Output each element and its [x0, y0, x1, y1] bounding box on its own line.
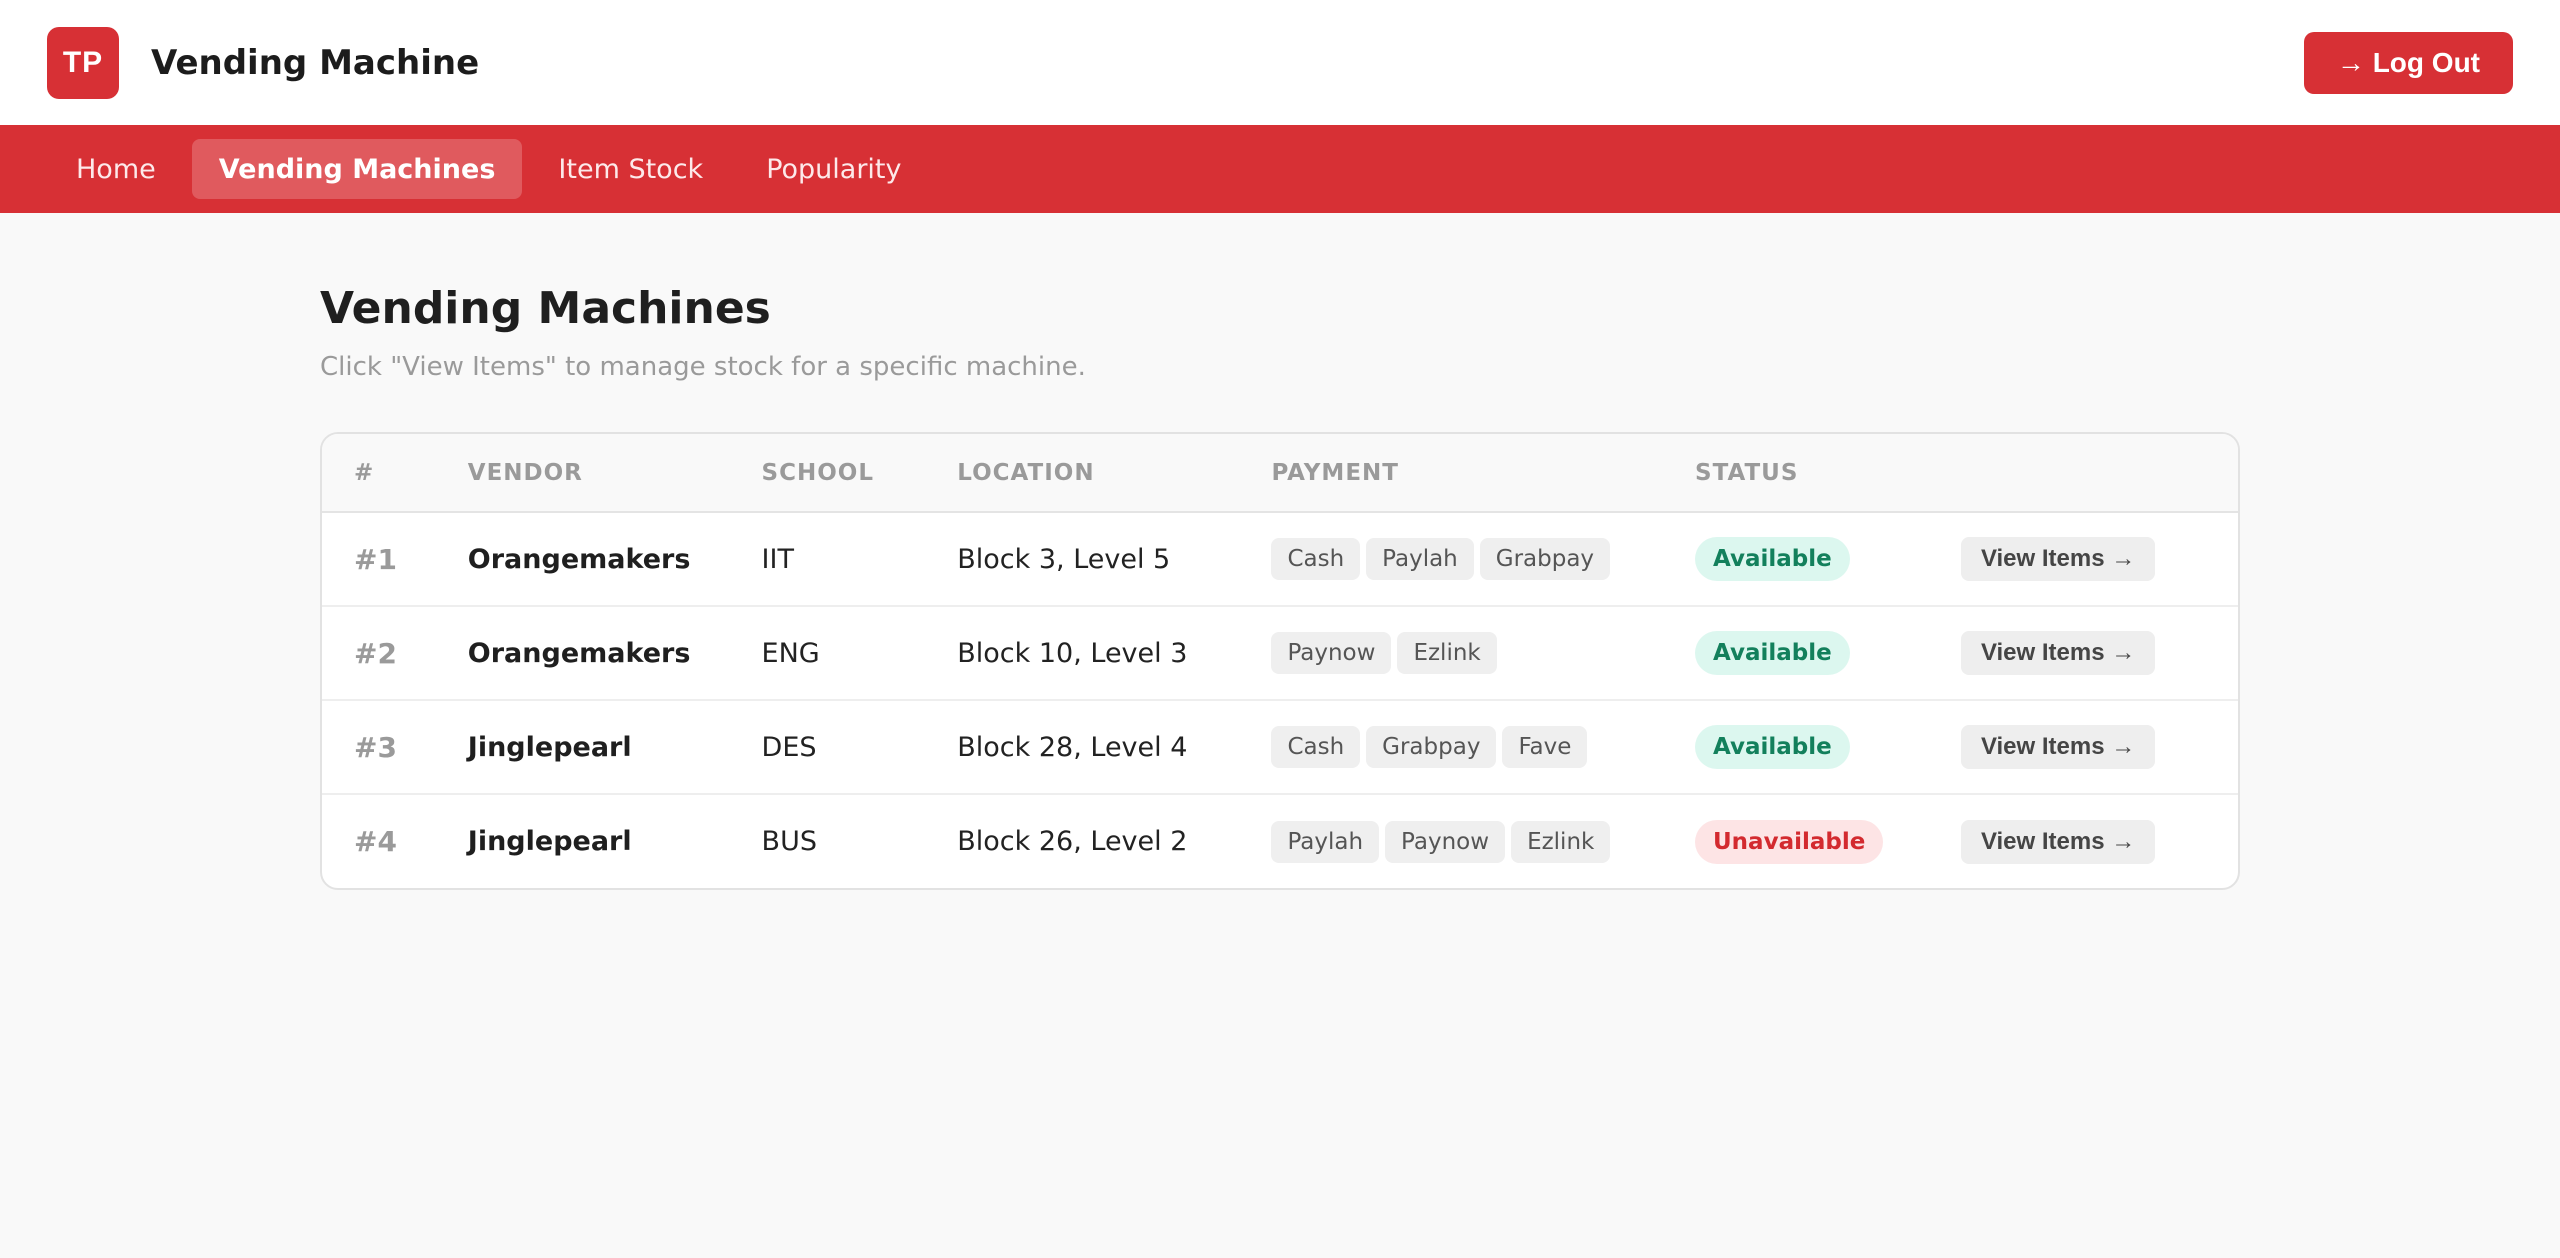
payment-tag: Fave: [1502, 726, 1588, 768]
row-number: #2: [354, 636, 397, 670]
row-status-cell: Available: [1663, 700, 1893, 794]
status-badge: Available: [1695, 631, 1850, 675]
view-items-button[interactable]: View Items →: [1960, 631, 2156, 675]
col-header-vendor: VENDOR: [467, 459, 583, 486]
row-actions: View Items →: [1893, 700, 2238, 794]
payment-tag: Ezlink: [1397, 632, 1497, 674]
nav-bar: Home Vending Machines Item Stock Popular…: [0, 125, 2560, 213]
row-location: Block 3, Level 5: [957, 543, 1171, 575]
col-header-location: LOCATION: [957, 459, 1095, 486]
row-payments: Paylah Paynow Ezlink: [1239, 794, 1663, 888]
table-header-row: # VENDOR SCHOOL LOCATION PAYMENT STATUS: [322, 434, 2238, 512]
top-bar: TP Vending Machine → Log Out: [0, 0, 2560, 125]
payment-tag: Cash: [1271, 726, 1361, 768]
col-header-actions: [1893, 434, 2238, 512]
row-vendor: Jinglepearl: [467, 731, 632, 763]
row-location: Block 10, Level 3: [957, 637, 1188, 669]
machines-table: # VENDOR SCHOOL LOCATION PAYMENT STATUS …: [322, 434, 2238, 888]
payment-tag: Paynow: [1385, 820, 1506, 863]
row-payments: Cash Grabpay Fave: [1239, 700, 1663, 794]
row-school: DES: [761, 731, 817, 763]
payment-tag: Paynow: [1271, 632, 1392, 674]
payment-tag: Paylah: [1366, 538, 1474, 580]
row-actions: View Items →: [1893, 606, 2238, 700]
status-badge: Unavailable: [1695, 819, 1884, 864]
row-vendor: Orangemakers: [467, 637, 691, 669]
payment-tag: Grabpay: [1479, 538, 1611, 580]
row-location: Block 28, Level 4: [957, 731, 1188, 763]
table-row: #4 Jinglepearl BUS Block 26, Level 2 Pay…: [322, 794, 2238, 888]
row-status-cell: Available: [1663, 606, 1893, 700]
row-status-cell: Available: [1663, 512, 1893, 606]
logo-icon: TP: [47, 26, 119, 99]
col-header-status: STATUS: [1695, 459, 1799, 486]
page-title: Vending Machines: [320, 283, 771, 334]
col-header-payment: PAYMENT: [1271, 459, 1399, 486]
nav-item-item-stock[interactable]: Item Stock: [531, 139, 730, 199]
nav-item-popularity[interactable]: Popularity: [739, 139, 928, 199]
status-badge: Available: [1695, 725, 1850, 769]
row-number: #1: [354, 542, 397, 576]
brand: TP Vending Machine: [47, 26, 480, 99]
row-actions: View Items →: [1893, 512, 2238, 606]
view-items-button[interactable]: View Items →: [1960, 537, 2156, 581]
table-row: #3 Jinglepearl DES Block 28, Level 4 Cas…: [322, 700, 2238, 794]
payment-tag: Ezlink: [1511, 820, 1611, 863]
row-number: #4: [354, 825, 397, 858]
table-row: #2 Orangemakers ENG Block 10, Level 3 Pa…: [322, 606, 2238, 700]
view-items-button[interactable]: View Items →: [1960, 725, 2156, 769]
main-content: Vending Machines Click "View Items" to m…: [0, 213, 2240, 890]
col-header-number: #: [354, 459, 375, 486]
row-school: ENG: [761, 637, 820, 669]
app-title: Vending Machine: [151, 42, 480, 83]
status-badge: Available: [1695, 537, 1850, 581]
view-items-button[interactable]: View Items →: [1960, 819, 2156, 864]
row-location: Block 26, Level 2: [957, 826, 1188, 857]
row-vendor: Jinglepearl: [467, 826, 632, 857]
nav-item-vending-machines[interactable]: Vending Machines: [191, 139, 523, 199]
payment-tag: Paylah: [1271, 820, 1380, 863]
row-school: IIT: [761, 543, 794, 575]
nav-item-home[interactable]: Home: [49, 139, 183, 199]
row-payments: Cash Paylah Grabpay: [1239, 512, 1663, 606]
col-header-school: SCHOOL: [761, 459, 875, 486]
row-status-cell: Unavailable: [1663, 794, 1893, 888]
table-row: #1 Orangemakers IIT Block 3, Level 5 Cas…: [322, 512, 2238, 606]
payment-tag: Cash: [1271, 538, 1361, 580]
row-school: BUS: [761, 826, 817, 857]
payment-tag: Grabpay: [1366, 726, 1497, 768]
row-number: #3: [354, 730, 397, 764]
row-payments: Paynow Ezlink: [1239, 606, 1663, 700]
row-vendor: Orangemakers: [467, 543, 691, 575]
machines-table-card: # VENDOR SCHOOL LOCATION PAYMENT STATUS …: [320, 432, 2240, 890]
row-actions: View Items →: [1893, 794, 2238, 888]
logout-button[interactable]: → Log Out: [2303, 31, 2513, 94]
page-subtitle: Click "View Items" to manage stock for a…: [320, 352, 1086, 382]
